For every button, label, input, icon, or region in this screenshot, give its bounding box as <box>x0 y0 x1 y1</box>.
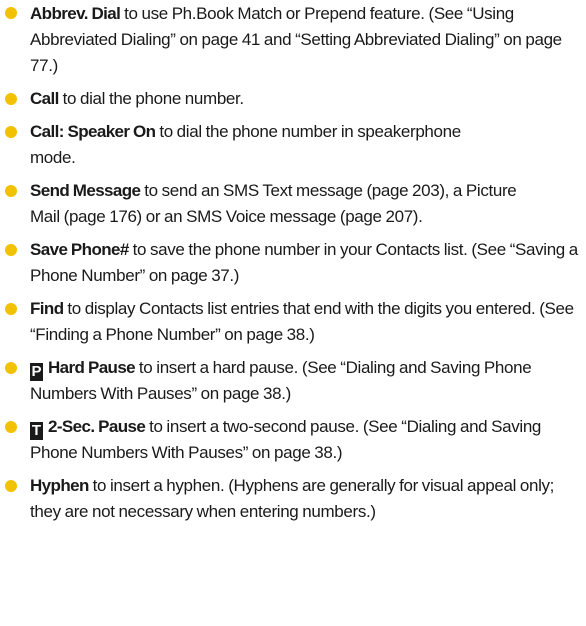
bullet-icon <box>5 244 17 256</box>
bullet-icon <box>5 185 17 197</box>
bullet-icon <box>5 362 17 374</box>
list-item-call-speaker-on: Call: Speaker On to dial the phone numbe… <box>0 119 586 171</box>
option-term: Save Phone# <box>30 240 129 259</box>
list-item-find: Find to display Contacts list entries th… <box>0 296 586 348</box>
list-item-send-message: Send Message to send an SMS Text message… <box>0 178 586 230</box>
option-term: Send Message <box>30 181 141 200</box>
hard-pause-key-icon: P <box>30 363 43 381</box>
list-item-save-phone: Save Phone# to save the phone number in … <box>0 237 586 289</box>
option-term: Abbrev. Dial <box>30 4 121 23</box>
option-list: Abbrev. Dial to use Ph.Book Match or Pre… <box>0 0 586 525</box>
list-item-call: Call to dial the phone number. <box>0 86 586 112</box>
option-term: Hard Pause <box>48 358 136 377</box>
bullet-icon <box>5 421 17 433</box>
list-item-hyphen: Hyphen to insert a hyphen. (Hyphens are … <box>0 473 586 525</box>
option-description: to dial the phone number. <box>58 89 244 108</box>
option-term: Call <box>30 89 59 108</box>
list-item-2-sec-pause: T 2-Sec. Pause to insert a two-second pau… <box>0 414 586 466</box>
option-term: Call: Speaker On <box>30 122 156 141</box>
list-item-abbrev-dial: Abbrev. Dial to use Ph.Book Match or Pre… <box>0 0 586 79</box>
bullet-icon <box>5 303 17 315</box>
list-item-hard-pause: P Hard Pause to insert a hard pause. (See… <box>0 355 586 407</box>
timed-pause-key-icon: T <box>30 422 43 440</box>
bullet-icon <box>5 93 17 105</box>
option-description: to display Contacts list entries that en… <box>30 299 574 344</box>
bullet-icon <box>5 126 17 138</box>
option-term: Find <box>30 299 64 318</box>
bullet-icon <box>5 480 17 492</box>
option-term: 2-Sec. Pause <box>48 417 146 436</box>
option-term: Hyphen <box>30 476 89 495</box>
bullet-icon <box>5 7 17 19</box>
option-description: to insert a hyphen. (Hyphens are general… <box>30 476 555 521</box>
